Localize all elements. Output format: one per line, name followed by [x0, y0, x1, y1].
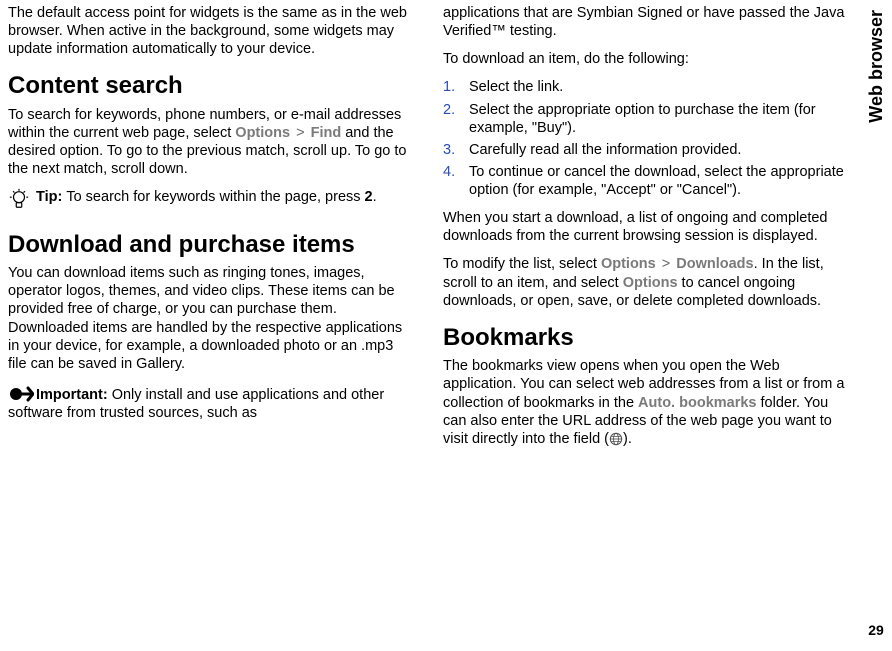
important-label: Important:: [36, 387, 112, 403]
download-steps-list: Select the link. Select the appropriate …: [443, 78, 850, 199]
modify-list-paragraph: To modify the list, select Options > Dow…: [443, 255, 850, 309]
options-menu-label-3: Options: [623, 275, 678, 291]
light-bulb-icon: [8, 188, 30, 210]
tip-body-a: To search for keywords within the page, …: [66, 189, 364, 205]
ml-text-a: To modify the list, select: [443, 256, 601, 272]
download-list-info: When you start a download, a list of ong…: [443, 209, 850, 245]
right-column: applications that are Symbian Signed or …: [431, 4, 860, 645]
tip-body-b: .: [373, 189, 377, 205]
important-block: Important: Only install and use applicat…: [8, 383, 415, 422]
download-step-3: Carefully read all the information provi…: [443, 141, 850, 159]
left-column: The default access point for widgets is …: [4, 4, 431, 645]
page-sidebar: Web browser 29: [860, 4, 892, 645]
find-menu-label: Find: [311, 125, 342, 141]
menu-separator: >: [294, 125, 306, 141]
widget-access-paragraph: The default access point for widgets is …: [8, 4, 415, 58]
menu-separator-2: >: [660, 256, 672, 272]
download-step-2: Select the appropriate option to purchas…: [443, 101, 850, 137]
content-search-heading: Content search: [8, 72, 415, 100]
important-arrow-icon: [8, 383, 34, 403]
globe-icon: [609, 432, 623, 446]
download-purchase-paragraph: You can download items such as ringing t…: [8, 264, 415, 373]
section-label: Web browser: [865, 10, 888, 123]
page-number: 29: [868, 622, 884, 640]
download-step-1: Select the link.: [443, 78, 850, 96]
page: The default access point for widgets is …: [0, 0, 892, 651]
tip-key: 2: [365, 189, 373, 205]
tip-label: Tip:: [36, 189, 66, 205]
symbian-java-paragraph: applications that are Symbian Signed or …: [443, 4, 850, 40]
content-search-paragraph: To search for keywords, phone numbers, o…: [8, 106, 415, 179]
download-step-4: To continue or cancel the download, sele…: [443, 163, 850, 199]
bm-text-c: ).: [623, 431, 632, 447]
options-menu-label: Options: [235, 125, 290, 141]
tip-text: Tip: To search for keywords within the p…: [36, 188, 377, 206]
tip-block: Tip: To search for keywords within the p…: [8, 188, 415, 216]
auto-bookmarks-label: Auto. bookmarks: [638, 395, 756, 411]
options-menu-label-2: Options: [601, 256, 656, 272]
downloads-menu-label: Downloads: [676, 256, 753, 272]
bookmarks-paragraph: The bookmarks view opens when you open t…: [443, 357, 850, 448]
download-purchase-heading: Download and purchase items: [8, 231, 415, 259]
download-intro: To download an item, do the following:: [443, 50, 850, 68]
bookmarks-heading: Bookmarks: [443, 324, 850, 352]
